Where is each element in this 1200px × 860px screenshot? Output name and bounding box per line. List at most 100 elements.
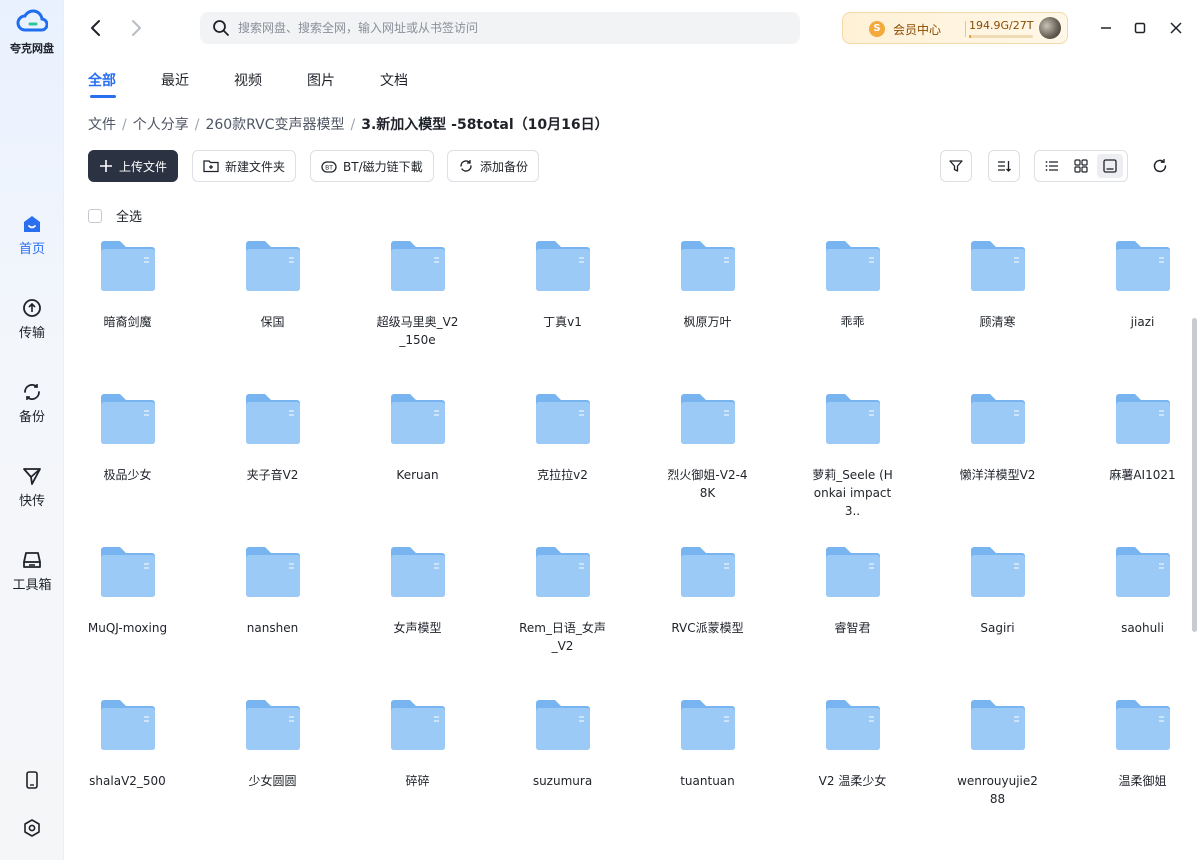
backup-icon — [24, 384, 40, 400]
sidebar: 夸克网盘 首页 传输 备份 快传 工具箱 — [0, 0, 64, 860]
grid-view-icon — [1074, 159, 1088, 173]
magnet-icon: BT — [321, 161, 337, 173]
tab-documents[interactable]: 文档 — [380, 70, 408, 90]
folder-name: Rem_日语_女声_V2 — [519, 621, 606, 653]
refresh-icon — [1153, 159, 1167, 173]
scrollbar[interactable] — [1192, 318, 1197, 632]
avatar[interactable] — [1039, 17, 1061, 39]
tab-active-indicator — [90, 95, 116, 98]
folder-item[interactable]: V2 温柔少女 — [805, 697, 900, 790]
tab-all[interactable]: 全部 — [88, 70, 116, 90]
folder-item[interactable]: shalaV2_500 — [80, 697, 175, 790]
storage-bar-fill — [969, 35, 971, 38]
folder-item[interactable]: 保国 — [225, 238, 320, 331]
folder-item[interactable]: Keruan — [370, 391, 465, 484]
tab-video[interactable]: 视频 — [234, 70, 262, 90]
folder-name: 暗裔剑魔 — [103, 315, 152, 329]
folder-item[interactable]: 懒洋洋模型V2 — [950, 391, 1045, 484]
select-all-checkbox[interactable] — [88, 208, 102, 223]
folder-icon — [970, 547, 1025, 597]
add-backup-button[interactable]: 添加备份 — [447, 150, 540, 182]
vip-center[interactable]: S 会员中心 194.9G/27T — [842, 12, 1068, 44]
folder-item[interactable]: 萝莉_Seele (Honkai impact 3.. — [805, 391, 900, 520]
folder-item[interactable]: 麻薯AI1021 — [1095, 391, 1190, 484]
filter-icon — [949, 160, 963, 172]
close-button[interactable] — [1166, 18, 1186, 38]
folder-name: 乖乖 — [840, 315, 865, 329]
upload-button[interactable]: 上传文件 — [88, 150, 179, 182]
sidebar-item-label: 首页 — [18, 242, 45, 257]
folder-name: 夹子音V2 — [246, 468, 299, 482]
folder-item[interactable]: jiazi — [1095, 238, 1190, 331]
folder-item[interactable]: 睿智君 — [805, 544, 900, 637]
folder-icon — [970, 241, 1025, 291]
bt-download-button[interactable]: BT BT/磁力链下載 — [310, 150, 434, 182]
folder-item[interactable]: MuQJ-moxing — [80, 544, 175, 637]
breadcrumb-item[interactable]: 260款RVC变声器模型 — [205, 117, 344, 133]
sort-button[interactable] — [988, 150, 1020, 182]
folder-item[interactable]: 烈火御姐-V2-48K — [660, 391, 755, 502]
folder-item[interactable]: tuantuan — [660, 697, 755, 790]
toolbox-icon — [23, 552, 41, 568]
folder-icon — [535, 547, 590, 597]
folder-item[interactable]: 少女圆圆 — [225, 697, 320, 790]
tab-recent[interactable]: 最近 — [161, 70, 189, 90]
folder-item[interactable]: 丁真v1 — [515, 238, 610, 331]
list-view-button[interactable] — [1039, 154, 1065, 178]
refresh-button[interactable] — [1148, 154, 1172, 178]
folder-item[interactable]: saohuli — [1095, 544, 1190, 637]
settings-button[interactable] — [0, 818, 64, 838]
folder-icon — [390, 700, 445, 750]
folder-item[interactable]: 超级马里奥_V2_150e — [370, 238, 465, 349]
breadcrumb-item[interactable]: 个人分享 — [133, 117, 189, 133]
folder-item[interactable]: 碎碎 — [370, 697, 465, 790]
large-icon-view-button[interactable] — [1097, 154, 1123, 178]
forward-button[interactable] — [124, 16, 148, 40]
back-button[interactable] — [84, 16, 108, 40]
folder-item[interactable]: 乖乖 — [805, 238, 900, 331]
select-all[interactable]: 全选 — [88, 206, 142, 225]
sidebar-item-label: 快传 — [18, 494, 45, 509]
folder-item[interactable]: wenrouyujie288 — [950, 697, 1045, 808]
folder-name: suzumura — [532, 774, 593, 788]
folder-icon — [100, 547, 155, 597]
grid-view-button[interactable] — [1068, 154, 1094, 178]
folder-item[interactable]: Rem_日语_女声_V2 — [515, 544, 610, 655]
folder-item[interactable]: 女声模型 — [370, 544, 465, 637]
folder-item[interactable]: Sagiri — [950, 544, 1045, 637]
minimize-button[interactable] — [1096, 18, 1116, 38]
folder-name: 顾清寒 — [979, 315, 1016, 329]
sidebar-item-label: 工具箱 — [12, 578, 52, 593]
folder-item[interactable]: RVC派蒙模型 — [660, 544, 755, 637]
add-backup-label: 添加备份 — [480, 159, 529, 174]
folder-item[interactable]: 暗裔剑魔 — [80, 238, 175, 331]
folder-name: 克拉拉v2 — [537, 468, 588, 482]
folder-item[interactable]: nanshen — [225, 544, 320, 637]
folder-item[interactable]: 枫原万叶 — [660, 238, 755, 331]
folder-item[interactable]: 极品少女 — [80, 391, 175, 484]
tab-images[interactable]: 图片 — [307, 70, 335, 90]
maximize-button[interactable] — [1130, 18, 1150, 38]
sidebar-item-home[interactable]: 首页 — [0, 214, 64, 257]
filter-button[interactable] — [940, 150, 972, 182]
folder-name: MuQJ-moxing — [87, 621, 168, 635]
folder-item[interactable]: 温柔御姐 — [1095, 697, 1190, 790]
breadcrumb-current: 3.新加入模型 -58total（10月16日） — [361, 117, 609, 133]
folder-item[interactable]: 克拉拉v2 — [515, 391, 610, 484]
sidebar-item-toolbox[interactable]: 工具箱 — [0, 550, 64, 593]
search-input[interactable] — [238, 12, 788, 44]
folder-item[interactable]: 顾清寒 — [950, 238, 1045, 331]
folder-name: RVC派蒙模型 — [671, 621, 744, 635]
sidebar-item-send[interactable]: 快传 — [0, 466, 64, 509]
folder-item[interactable]: 夹子音V2 — [225, 391, 320, 484]
phone-button[interactable] — [0, 770, 64, 790]
sidebar-item-backup[interactable]: 备份 — [0, 382, 64, 425]
breadcrumb-item[interactable]: 文件 — [88, 117, 116, 133]
app-logo[interactable]: 夸克网盘 — [0, 8, 64, 56]
search-box[interactable] — [200, 12, 800, 44]
sidebar-item-transfer[interactable]: 传输 — [0, 298, 64, 341]
folder-name: tuantuan — [680, 774, 735, 788]
new-folder-button[interactable]: 新建文件夹 — [192, 150, 297, 182]
folder-name: 温柔御姐 — [1118, 774, 1167, 788]
folder-item[interactable]: suzumura — [515, 697, 610, 790]
